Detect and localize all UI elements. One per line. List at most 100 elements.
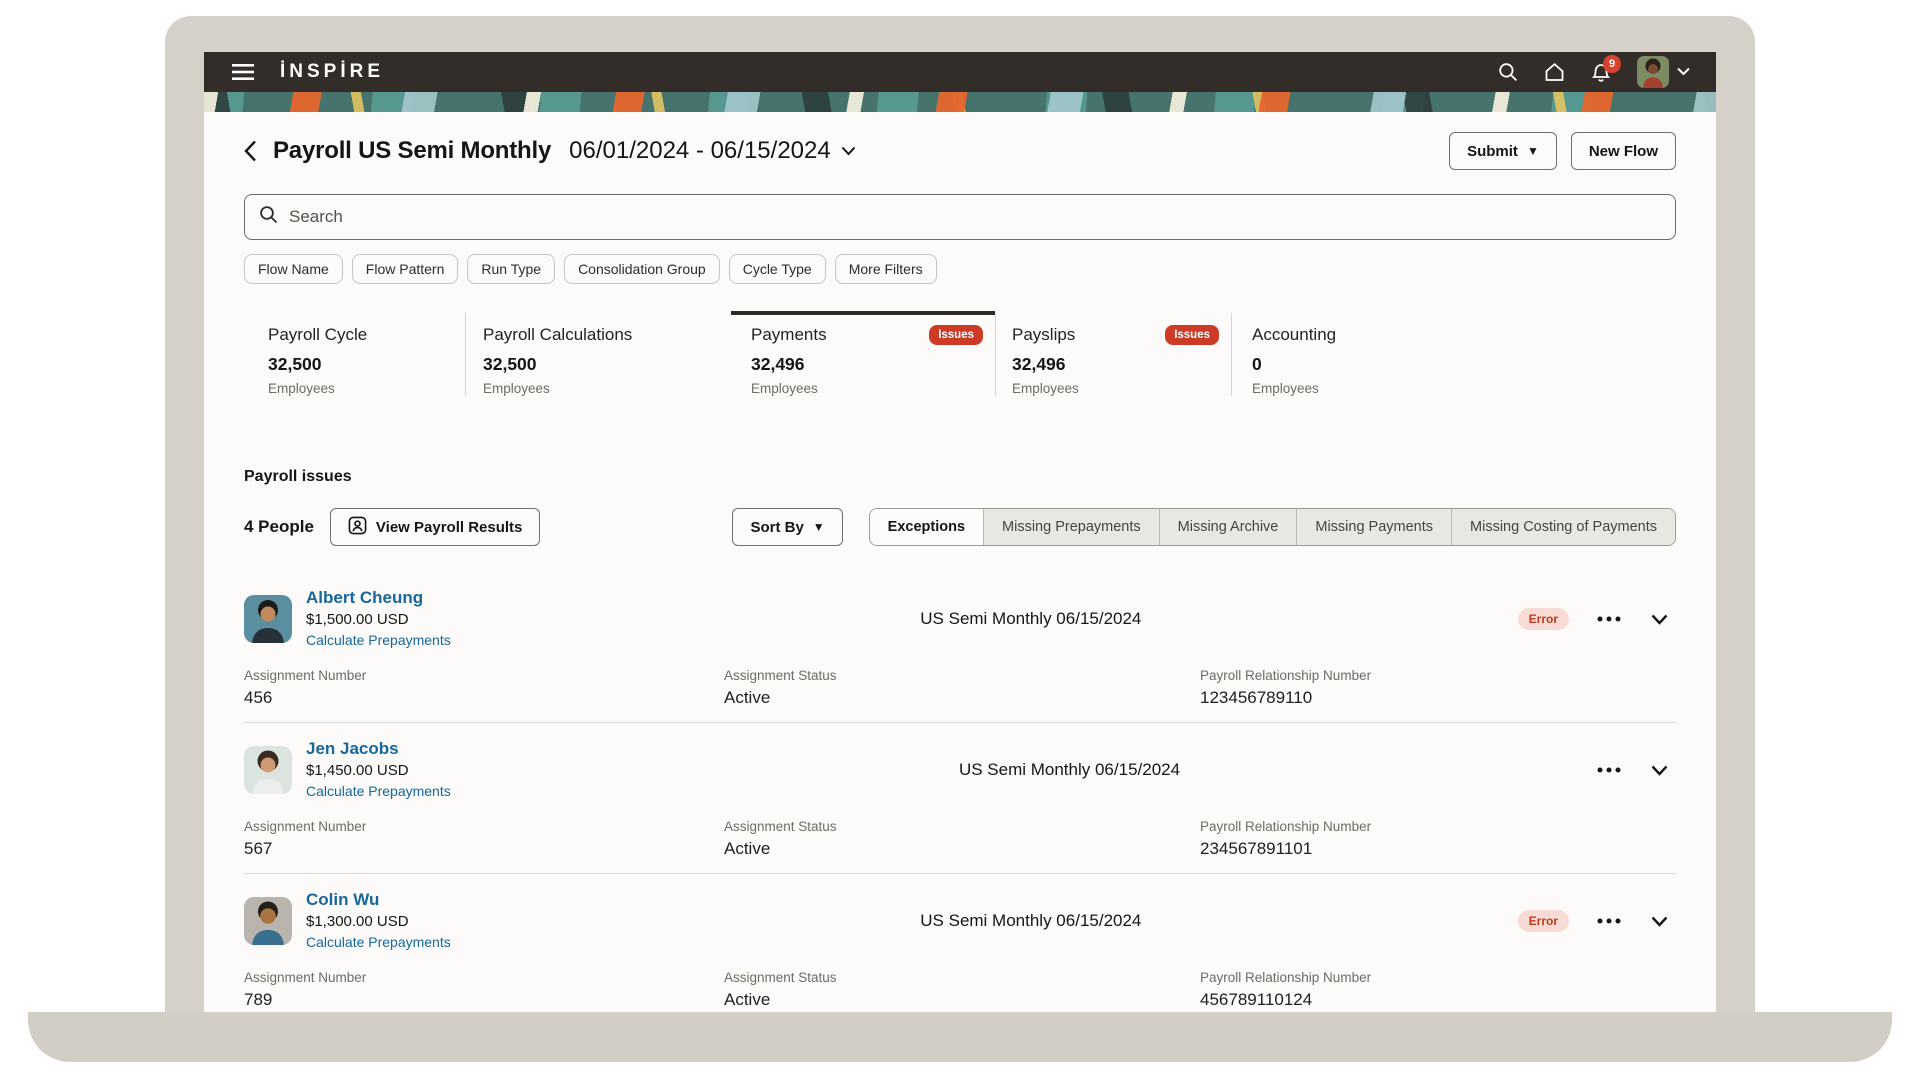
new-flow-label: New Flow bbox=[1589, 143, 1658, 160]
person-name-link[interactable]: Jen Jacobs bbox=[306, 739, 399, 759]
sort-by-button[interactable]: Sort By ▼ bbox=[732, 508, 842, 546]
stats-strip: Payroll Cycle 32,500 Employees Payroll C… bbox=[244, 311, 1676, 396]
avatar bbox=[244, 897, 292, 945]
search-input[interactable] bbox=[289, 207, 1661, 227]
expand-chevron-icon[interactable] bbox=[1649, 612, 1670, 627]
menu-icon[interactable] bbox=[232, 64, 254, 80]
assignment-status-label: Assignment Status bbox=[724, 819, 1200, 834]
laptop-base bbox=[28, 1012, 1892, 1062]
search-icon bbox=[259, 205, 278, 229]
table-row: Albert Cheung $1,500.00 USD Calculate Pr… bbox=[244, 572, 1676, 723]
avatar bbox=[244, 746, 292, 794]
stat-value: 32,496 bbox=[1012, 354, 1219, 375]
stat-label: Accounting bbox=[1252, 325, 1336, 345]
stat-value: 32,500 bbox=[268, 354, 453, 375]
payroll-relationship-number-label: Payroll Relationship Number bbox=[1200, 819, 1676, 834]
expand-chevron-icon[interactable] bbox=[1649, 914, 1670, 929]
stat-payslips[interactable]: Payslips Issues 32,496 Employees bbox=[995, 311, 1231, 396]
filter-chip-more-filters[interactable]: More Filters bbox=[835, 254, 937, 284]
issues-toolbar: 4 People View Payroll Results Sort By ▼ … bbox=[244, 508, 1676, 546]
issues-list: Albert Cheung $1,500.00 USD Calculate Pr… bbox=[244, 572, 1676, 1012]
error-badge: Error bbox=[1518, 608, 1569, 630]
avatar bbox=[1637, 56, 1669, 88]
brand-logo: İNSPİRE bbox=[280, 61, 384, 83]
payroll-relationship-number-value: 234567891101 bbox=[1200, 839, 1676, 859]
person-name-link[interactable]: Albert Cheung bbox=[306, 588, 423, 608]
tab-missing-prepayments[interactable]: Missing Prepayments bbox=[984, 509, 1160, 545]
more-actions-button[interactable] bbox=[1595, 916, 1623, 926]
tab-exceptions[interactable]: Exceptions bbox=[870, 509, 984, 545]
filter-chips: Flow Name Flow Pattern Run Type Consolid… bbox=[244, 254, 1676, 284]
stat-value: 32,496 bbox=[751, 354, 983, 375]
section-title: Payroll issues bbox=[244, 468, 1676, 486]
filter-chip-flow-name[interactable]: Flow Name bbox=[244, 254, 343, 284]
issues-badge: Issues bbox=[1165, 325, 1219, 345]
payroll-relationship-number-value: 456789110124 bbox=[1200, 990, 1676, 1010]
search-bar bbox=[244, 194, 1676, 240]
filter-chip-cycle-type[interactable]: Cycle Type bbox=[729, 254, 826, 284]
back-button[interactable] bbox=[244, 140, 257, 162]
decorative-banner bbox=[204, 92, 1716, 112]
calculate-prepayments-link[interactable]: Calculate Prepayments bbox=[306, 632, 451, 648]
topbar: İNSPİRE 9 bbox=[204, 52, 1716, 92]
tab-missing-costing-of-payments[interactable]: Missing Costing of Payments bbox=[1452, 509, 1675, 545]
home-icon[interactable] bbox=[1544, 62, 1565, 82]
person-name-link[interactable]: Colin Wu bbox=[306, 890, 379, 910]
filter-chip-flow-pattern[interactable]: Flow Pattern bbox=[352, 254, 459, 284]
assignment-status-label: Assignment Status bbox=[724, 970, 1200, 985]
avatar bbox=[244, 595, 292, 643]
title-row: Payroll US Semi Monthly 06/01/2024 - 06/… bbox=[244, 132, 1676, 170]
person-card-icon bbox=[348, 516, 367, 539]
toolbar-right: Sort By ▼ Exceptions Missing Prepayments… bbox=[732, 508, 1676, 546]
payroll-relationship-number-value: 123456789110 bbox=[1200, 688, 1676, 708]
stat-payroll-calculations[interactable]: Payroll Calculations 32,500 Employees bbox=[465, 311, 731, 396]
table-row: Jen Jacobs $1,450.00 USD Calculate Prepa… bbox=[244, 723, 1676, 874]
flow-name: US Semi Monthly 06/15/2024 bbox=[544, 760, 1595, 780]
assignment-status-value: Active bbox=[724, 839, 1200, 859]
new-flow-button[interactable]: New Flow bbox=[1571, 132, 1676, 170]
page-title: Payroll US Semi Monthly bbox=[273, 137, 551, 165]
user-menu[interactable] bbox=[1637, 56, 1690, 88]
tab-missing-archive[interactable]: Missing Archive bbox=[1160, 509, 1298, 545]
filter-chip-run-type[interactable]: Run Type bbox=[467, 254, 555, 284]
dropdown-triangle-icon: ▼ bbox=[813, 521, 825, 533]
bell-icon[interactable]: 9 bbox=[1591, 62, 1611, 83]
stat-payroll-cycle[interactable]: Payroll Cycle 32,500 Employees bbox=[268, 311, 465, 396]
stat-value: 32,500 bbox=[483, 354, 719, 375]
payment-amount: $1,500.00 USD bbox=[306, 611, 544, 628]
assignment-status-label: Assignment Status bbox=[724, 668, 1200, 683]
calculate-prepayments-link[interactable]: Calculate Prepayments bbox=[306, 934, 451, 950]
stat-payments[interactable]: Payments Issues 32,496 Employees bbox=[731, 311, 995, 396]
page-background: İNSPİRE 9 bbox=[0, 0, 1920, 1080]
more-actions-button[interactable] bbox=[1595, 614, 1623, 624]
assignment-number-value: 567 bbox=[244, 839, 724, 859]
table-row: Colin Wu $1,300.00 USD Calculate Prepaym… bbox=[244, 874, 1676, 1012]
stat-sub: Employees bbox=[751, 381, 983, 396]
tab-missing-payments[interactable]: Missing Payments bbox=[1297, 509, 1452, 545]
expand-chevron-icon[interactable] bbox=[1649, 763, 1670, 778]
stat-accounting[interactable]: Accounting 0 Employees bbox=[1231, 311, 1676, 396]
payment-amount: $1,450.00 USD bbox=[306, 762, 544, 779]
payroll-relationship-number-label: Payroll Relationship Number bbox=[1200, 970, 1676, 985]
stat-sub: Employees bbox=[1012, 381, 1219, 396]
submit-button[interactable]: Submit ▼ bbox=[1449, 132, 1557, 170]
more-actions-button[interactable] bbox=[1595, 765, 1623, 775]
calculate-prepayments-link[interactable]: Calculate Prepayments bbox=[306, 783, 451, 799]
title-actions: Submit ▼ New Flow bbox=[1449, 132, 1676, 170]
app-window: İNSPİRE 9 bbox=[204, 52, 1716, 1012]
flow-name: US Semi Monthly 06/15/2024 bbox=[544, 609, 1518, 629]
search-icon[interactable] bbox=[1498, 62, 1518, 82]
assignment-number-label: Assignment Number bbox=[244, 970, 724, 985]
stat-value: 0 bbox=[1252, 354, 1664, 375]
view-payroll-results-button[interactable]: View Payroll Results bbox=[330, 508, 540, 546]
stat-label: Payments bbox=[751, 325, 827, 345]
chevron-down-icon bbox=[1677, 63, 1690, 81]
dropdown-triangle-icon: ▼ bbox=[1527, 145, 1539, 157]
stat-sub: Employees bbox=[1252, 381, 1664, 396]
assignment-number-value: 789 bbox=[244, 990, 724, 1010]
payroll-relationship-number-label: Payroll Relationship Number bbox=[1200, 668, 1676, 683]
filter-chip-consolidation-group[interactable]: Consolidation Group bbox=[564, 254, 720, 284]
stat-label: Payroll Cycle bbox=[268, 325, 367, 345]
stat-sub: Employees bbox=[483, 381, 719, 396]
date-dropdown-chevron-icon[interactable] bbox=[841, 146, 856, 156]
